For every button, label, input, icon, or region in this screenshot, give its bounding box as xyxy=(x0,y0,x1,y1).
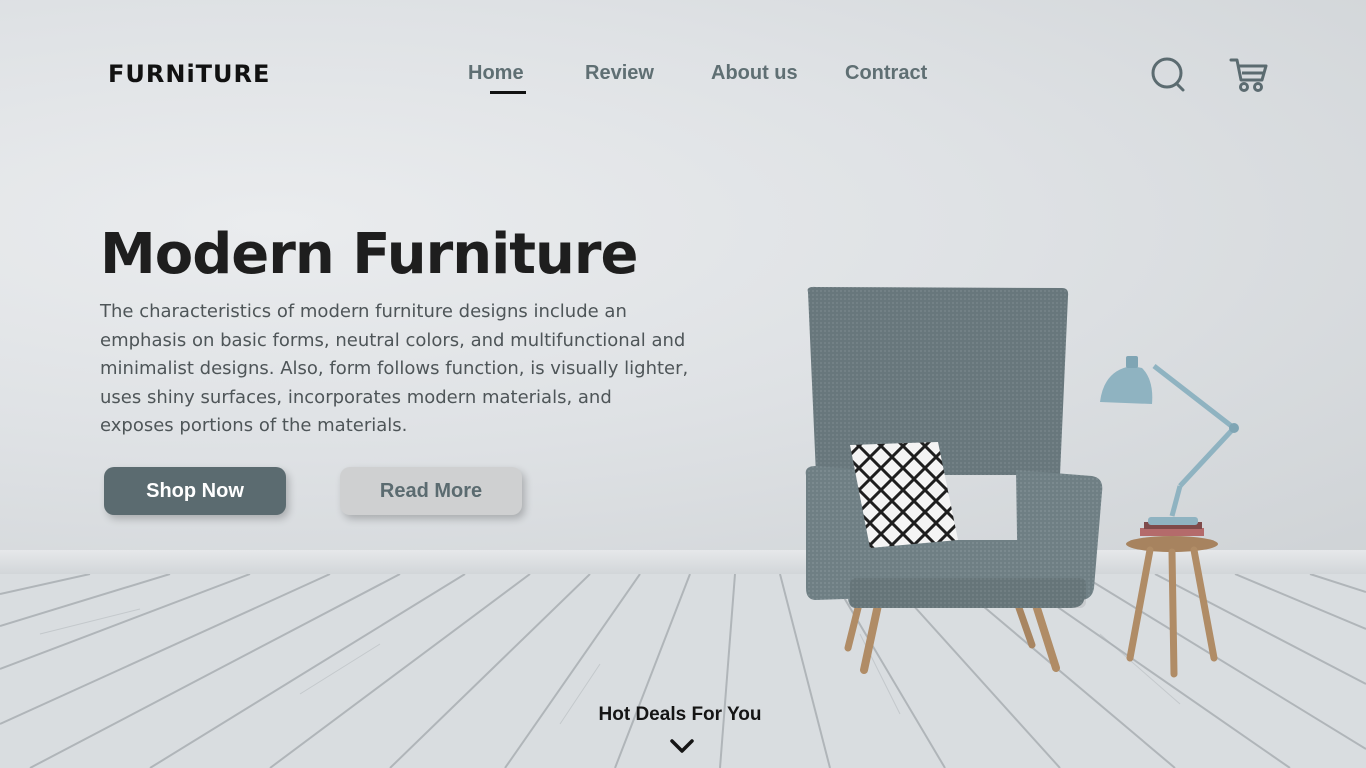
cart-icon[interactable] xyxy=(1228,54,1268,94)
nav-item-contract[interactable]: Contract xyxy=(845,62,927,85)
nav-item-about-us[interactable]: About us xyxy=(711,62,798,85)
shop-now-button[interactable]: Shop Now xyxy=(104,467,286,515)
hot-deals-label[interactable]: Hot Deals For You xyxy=(560,704,800,726)
hero-description: The characteristics of modern furniture … xyxy=(100,301,689,436)
search-icon[interactable] xyxy=(1148,54,1188,94)
armchair-lamp-illustration xyxy=(760,270,1280,700)
nav-item-review[interactable]: Review xyxy=(585,62,654,85)
hero-title: Modern Furniture xyxy=(100,222,638,287)
nav-item-home[interactable]: Home xyxy=(468,62,526,94)
chevron-down-icon[interactable] xyxy=(670,738,694,754)
brand-logo[interactable]: FURNiTURE xyxy=(108,60,270,88)
read-more-button[interactable]: Read More xyxy=(340,467,522,515)
